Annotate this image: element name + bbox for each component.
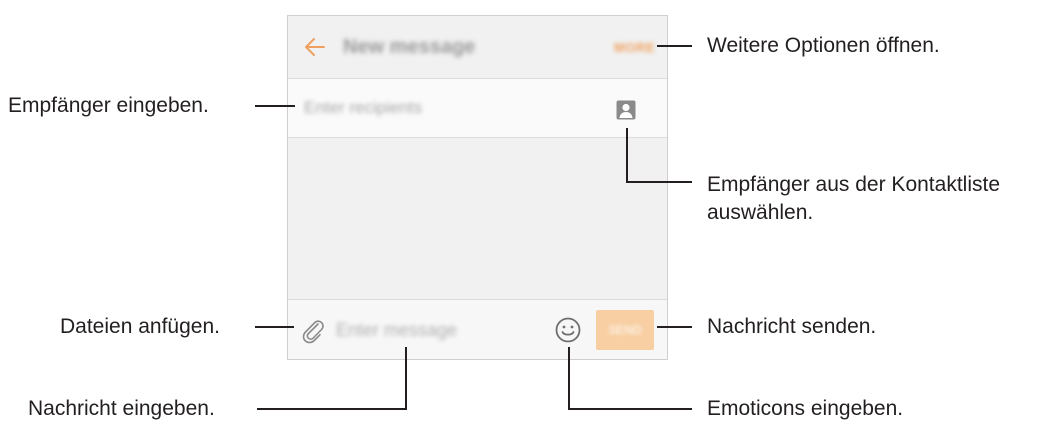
callout-enter-recipients: Empfänger eingeben. xyxy=(8,94,209,117)
callout-enter-message: Nachricht eingeben. xyxy=(28,397,215,420)
leader-contacts xyxy=(626,128,692,183)
callout-more-options: Weitere Optionen öffnen. xyxy=(707,34,940,57)
annotated-screenshot: New message MORE Enter recipients Enter … xyxy=(0,0,1054,427)
callout-send-message: Nachricht senden. xyxy=(707,315,877,338)
callout-contacts-line1: Empfänger aus der Kontaktliste xyxy=(707,173,1000,196)
leader-message xyxy=(257,347,407,410)
leader-emoticons xyxy=(568,347,692,410)
callout-contacts-line2: auswählen. xyxy=(707,201,814,224)
callout-enter-emoticons: Emoticons eingeben. xyxy=(707,397,904,420)
callout-lines xyxy=(255,45,692,410)
callout-attach-files: Dateien anfügen. xyxy=(60,315,220,338)
